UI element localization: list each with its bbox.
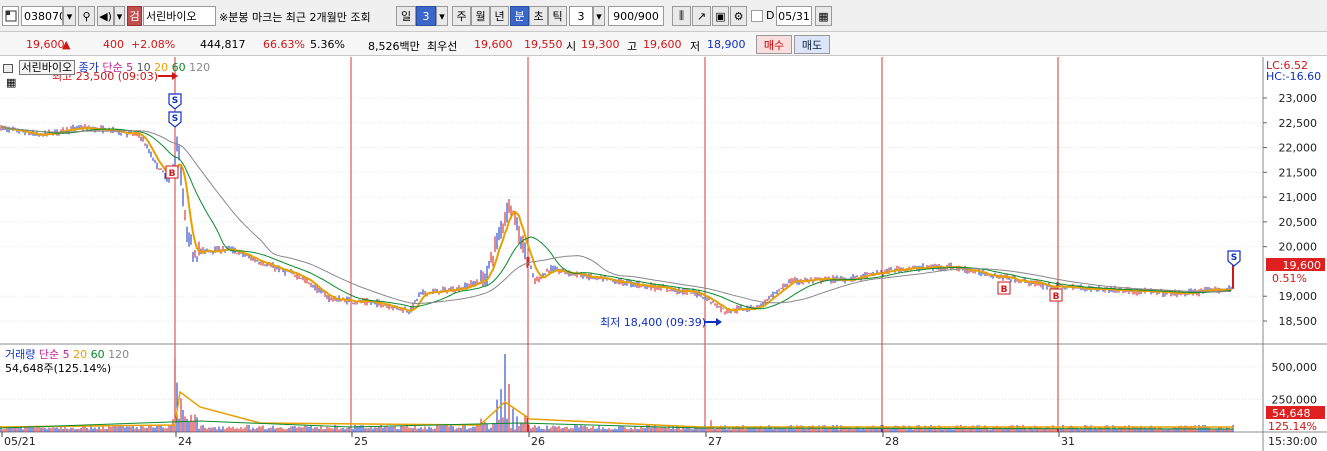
current-volume-tag: 54,648 — [1272, 407, 1311, 420]
close-label: 종가 — [78, 61, 99, 74]
speaker-dropdown-icon[interactable]: ▾ — [114, 6, 125, 26]
y-tick-label: 21,500 — [1279, 166, 1318, 179]
x-axis-label: 26 — [531, 435, 545, 448]
notice-text: ※분봉 마크는 최근 2개월만 조회 — [219, 11, 371, 24]
code-dropdown-icon[interactable]: ▾ — [63, 6, 76, 26]
day-count-dropdown-icon[interactable]: ▾ — [436, 6, 448, 26]
volume-tick-label: 500,000 — [1272, 361, 1318, 374]
gear-icon[interactable]: ⚙ — [730, 6, 747, 26]
price-panel-name[interactable]: 서린바이오 — [18, 60, 76, 75]
x-axis-label: 25 — [354, 435, 368, 448]
ma-20-label: 20 — [154, 61, 169, 74]
stock-code-input[interactable]: 038070 — [21, 6, 63, 26]
speaker-icon[interactable]: ◀) — [97, 6, 114, 26]
save-icon[interactable]: ▣ — [712, 6, 729, 26]
best-bid: 19,550 — [524, 38, 563, 51]
chart-toolbar: 038070 ▾ ⚲ ◀) ▾ 검 서린바이오 ※분봉 마크는 최근 2개월만 … — [0, 0, 1327, 32]
current-volume-pct: 125.14% — [1268, 420, 1317, 433]
count-input[interactable]: 900/900 — [608, 6, 664, 26]
volume-summary: 54,648주(125.14%) — [5, 362, 112, 375]
layout-icon[interactable] — [2, 6, 19, 26]
high-label: 고 — [627, 40, 638, 53]
x-axis-label: 31 — [1061, 435, 1075, 448]
date-input[interactable]: 05/31 — [776, 6, 812, 26]
x-axis-label: 27 — [708, 435, 722, 448]
current-price-pct: 0.51% — [1272, 272, 1307, 285]
stock-name-field[interactable]: 서린바이오 — [143, 6, 216, 26]
calendar-icon[interactable]: ▦ — [815, 6, 832, 26]
ma-120-label: 120 — [189, 61, 211, 74]
search-icon[interactable]: ⚲ — [78, 6, 95, 26]
date-checkbox-label: D — [766, 9, 775, 22]
best-quote-label: 최우선 — [427, 40, 458, 53]
open-label: 시 — [566, 40, 577, 53]
tab-week[interactable]: 주 — [452, 6, 471, 26]
price-change-pct: +2.08% — [131, 38, 176, 51]
x-axis-label: 05/21 — [4, 435, 36, 448]
time-label: 15:30:00 — [1268, 435, 1317, 448]
draw-tool-icon[interactable]: ↗ — [692, 6, 711, 26]
ratio-two: 5.36% — [310, 38, 345, 51]
sell-signal-icon-letter: S — [1231, 253, 1237, 263]
price-change: 400 — [103, 38, 124, 51]
tab-minute[interactable]: 분 — [510, 6, 529, 26]
panel-menu-icon[interactable]: ▦ — [6, 76, 16, 89]
high-price: 19,600 — [643, 38, 682, 51]
low-note: 최저 18,400 (09:39) — [600, 316, 706, 329]
trade-amount: 8,526백만 — [368, 40, 420, 53]
tab-month[interactable]: 월 — [471, 6, 490, 26]
y-tick-label: 18,500 — [1279, 315, 1318, 328]
sell-signal-icon-letter: S — [172, 114, 178, 124]
interval-input[interactable]: 3 — [569, 6, 593, 26]
buy-signal-icon-letter: B — [169, 169, 176, 179]
current-price-tag: 19,600 — [1283, 259, 1322, 272]
tab-day[interactable]: 일 — [396, 6, 416, 26]
ma-60-label: 60 — [171, 61, 186, 74]
vol-ma-120-label: 120 — [108, 348, 130, 361]
y-tick-label: 22,000 — [1279, 142, 1318, 155]
y-tick-label: 23,000 — [1279, 92, 1318, 105]
volume-value: 444,817 — [200, 38, 246, 51]
ma-10-label: 10 — [136, 61, 151, 74]
x-axis-label: 28 — [885, 435, 899, 448]
day-count-selector[interactable]: 3 — [416, 6, 436, 26]
x-axis-label: 24 — [178, 435, 192, 448]
quote-bar: 19,600 ▲ 400 +2.08% 444,817 66.63% 5.36%… — [0, 32, 1327, 56]
interval-dropdown-icon[interactable]: ▾ — [593, 6, 605, 26]
volume-tick-label: 250,000 — [1272, 394, 1318, 407]
buy-signal-icon-letter: B — [1053, 292, 1060, 302]
y-tick-label: 20,500 — [1279, 216, 1318, 229]
buy-button[interactable]: 매수 — [756, 35, 792, 54]
low-label: 저 — [690, 40, 701, 53]
up-arrow-icon: ▲ — [62, 38, 71, 51]
ma-label: 단순 — [102, 61, 123, 74]
candle-type-icon[interactable]: ⫼ — [672, 6, 691, 26]
sell-signal-icon-letter: S — [172, 96, 178, 106]
buy-signal-icon-letter: B — [1001, 285, 1008, 295]
open-price: 19,300 — [581, 38, 620, 51]
tab-year[interactable]: 년 — [490, 6, 509, 26]
price-legend: 서린바이오 종가 단순 5 10 20 60 120 — [3, 59, 210, 75]
tab-second[interactable]: 초 — [529, 6, 548, 26]
y-tick-label: 20,000 — [1279, 241, 1318, 254]
low-price: 18,900 — [707, 38, 746, 51]
date-checkbox[interactable] — [751, 10, 763, 22]
y-tick-label: 19,000 — [1279, 290, 1318, 303]
ratio-one: 66.63% — [263, 38, 305, 51]
ma-5-label: 5 — [126, 61, 134, 74]
hc-value: HC:-16.60 — [1266, 70, 1322, 83]
category-badge: 검 — [127, 6, 142, 26]
best-ask: 19,600 — [474, 38, 513, 51]
stock-chart[interactable]: 최고 23,500 (09:03)최저 18,400 (09:39)SSSBBB… — [0, 57, 1327, 451]
tab-tick[interactable]: 틱 — [548, 6, 567, 26]
current-price: 19,600 — [26, 38, 65, 51]
y-tick-label: 21,000 — [1279, 191, 1318, 204]
sell-button[interactable]: 매도 — [794, 35, 830, 54]
panel-handle-icon[interactable] — [3, 63, 13, 73]
y-tick-label: 22,500 — [1279, 117, 1318, 130]
